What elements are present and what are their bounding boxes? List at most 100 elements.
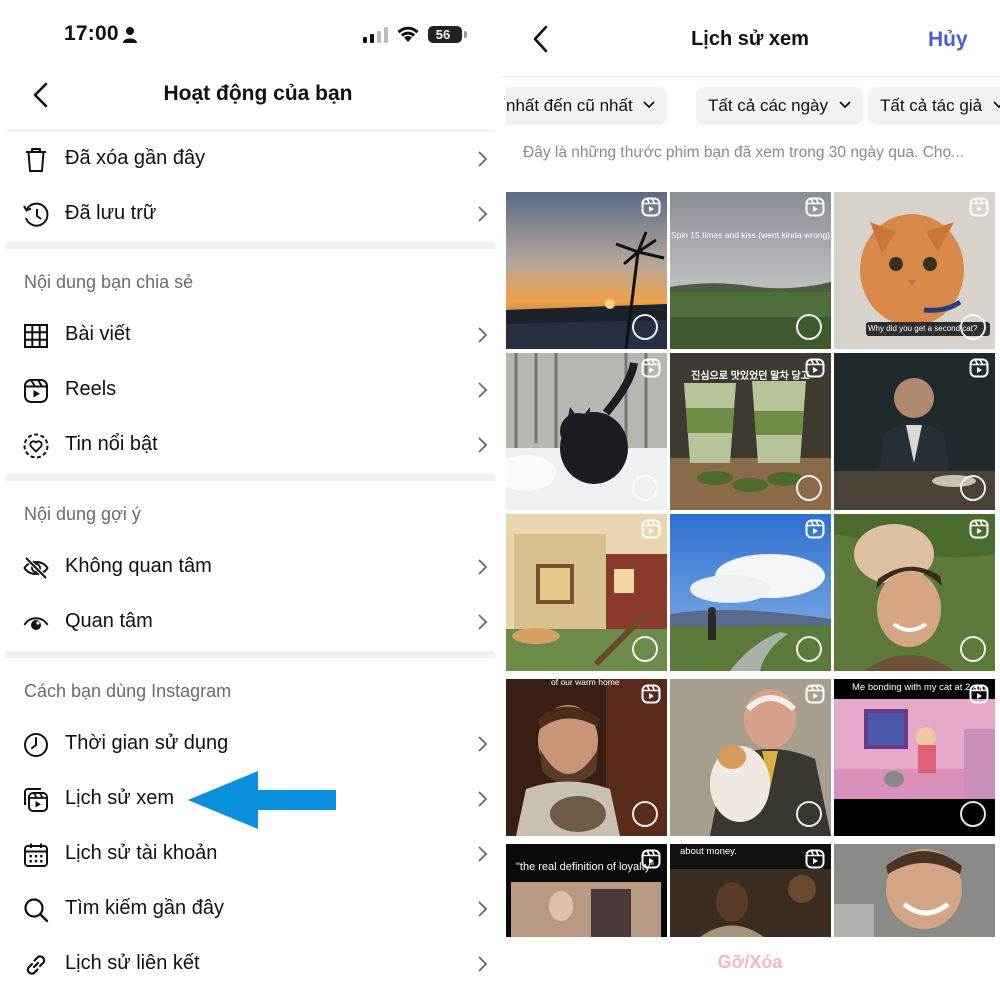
menu-item-label: Quan tâm [65, 610, 153, 632]
page-title: Hoạt động của bạn [163, 82, 353, 105]
reel-tile[interactable]: of our warm home [506, 679, 667, 836]
chevron-down-icon [993, 101, 1000, 109]
reel-tile[interactable] [670, 679, 831, 836]
wifi-icon [397, 26, 419, 42]
menu-item-recently-deleted[interactable]: Đã xóa gần đây [0, 133, 500, 185]
author-filter-label: Tất cả tác giả [880, 96, 983, 115]
select-checkbox[interactable] [632, 636, 658, 662]
chevron-right-icon [478, 559, 488, 575]
reel-tile[interactable] [834, 514, 995, 671]
remove-button[interactable]: Gỡ/Xóa [500, 952, 1000, 973]
menu-item-reels[interactable]: Reels [0, 364, 500, 416]
select-checkbox[interactable] [796, 475, 822, 501]
watch-history-icon [24, 788, 48, 812]
chevron-down-icon [643, 101, 656, 109]
chevron-right-icon [478, 151, 488, 167]
select-checkbox[interactable] [796, 801, 822, 827]
menu-item-label: Bài viết [65, 323, 131, 345]
reel-tile[interactable] [506, 514, 667, 671]
trash-icon [26, 148, 46, 172]
section-divider [5, 242, 495, 249]
menu-item-label: Không quan tâm [65, 555, 212, 577]
chevron-right-icon [478, 327, 488, 343]
menu-item-label: Reels [65, 378, 117, 400]
page-title: Lịch sử xem [691, 28, 809, 50]
section-title-suggested: Nội dung gợi ý [24, 504, 141, 524]
reel-caption: about money. [680, 846, 737, 857]
select-checkbox[interactable] [960, 636, 986, 662]
reels-badge-icon [805, 197, 825, 217]
reel-tile[interactable] [670, 514, 831, 671]
clock-icon [24, 733, 48, 757]
reel-tile[interactable]: about money. [670, 844, 831, 937]
reels-badge-icon [805, 519, 825, 539]
menu-item-not-interested[interactable]: Không quan tâm [0, 541, 500, 593]
select-checkbox[interactable] [632, 314, 658, 340]
battery-level: 56 [435, 27, 451, 42]
select-checkbox[interactable] [796, 314, 822, 340]
calendar-icon [24, 843, 48, 867]
reel-tile[interactable] [506, 353, 667, 510]
author-filter-chip[interactable]: Tất cả tác giả [868, 87, 1000, 125]
eye-icon [23, 617, 49, 630]
chevron-right-icon [478, 846, 488, 862]
chevron-right-icon [478, 382, 488, 398]
menu-item-label: Thời gian sử dụng [65, 732, 229, 754]
activity-header: Hoạt động của bạn [0, 70, 500, 130]
menu-item-posts[interactable]: Bài viết [0, 309, 500, 361]
sort-filter-label: nhất đến cũ nhất [506, 96, 633, 115]
chevron-right-icon [478, 614, 488, 630]
reel-tile[interactable] [834, 844, 995, 937]
reel-tile[interactable]: Me bonding with my cat at 2 am [834, 679, 995, 836]
reel-tile[interactable]: Spin 15 times and kiss (went kinda wrong… [670, 192, 831, 349]
battery-indicator: 56 [428, 26, 467, 43]
reel-tile[interactable]: Why did you get a second cat? [834, 192, 995, 349]
menu-item-account-history[interactable]: Lịch sử tài khoản [0, 828, 500, 880]
pointer-arrow-icon [188, 771, 336, 829]
select-checkbox[interactable] [960, 314, 986, 340]
menu-item-recent-searches[interactable]: Tìm kiếm gần đây [0, 883, 500, 935]
chevron-right-icon [478, 956, 488, 972]
chevron-right-icon [478, 206, 488, 222]
chevron-down-icon [839, 101, 851, 109]
reel-tile[interactable]: "the real definition of loyalty" [506, 844, 667, 937]
reels-badge-icon [805, 849, 825, 869]
menu-item-label: Tìm kiếm gần đây [65, 897, 224, 919]
chevron-right-icon [478, 791, 488, 807]
select-checkbox[interactable] [632, 475, 658, 501]
menu-item-label: Tin nổi bật [65, 433, 158, 455]
reels-badge-icon [969, 519, 989, 539]
reels-badge-icon [805, 684, 825, 704]
menu-item-label: Đã lưu trữ [65, 202, 157, 224]
section-divider [5, 651, 495, 658]
menu-item-archived[interactable]: Đã lưu trữ [0, 188, 500, 240]
reel-tile[interactable]: 진심으로 맛있었던 말차 당고 [670, 353, 831, 510]
watch-history-header: Lịch sử xem Hủy [500, 0, 1000, 76]
history-description: Đây là những thước phim bạn đã xem trong… [523, 144, 965, 161]
menu-item-time-spent[interactable]: Thời gian sử dụng [0, 718, 500, 770]
date-filter-chip[interactable]: Tất cả các ngày [696, 87, 863, 125]
chevron-right-icon [478, 736, 488, 752]
status-bar: 17:00 56 [0, 0, 500, 70]
reel-tile[interactable] [834, 353, 995, 510]
cancel-button[interactable]: Hủy [928, 28, 968, 52]
sort-filter-chip[interactable]: nhất đến cũ nhất [506, 87, 668, 125]
reel-caption: Me bonding with my cat at 2 am [852, 682, 987, 693]
select-checkbox[interactable] [960, 801, 986, 827]
menu-item-highlights[interactable]: Tin nổi bật [0, 419, 500, 471]
reels-badge-icon [641, 684, 661, 704]
menu-item-interested[interactable]: Quan tâm [0, 596, 500, 648]
archive-clock-icon [23, 202, 49, 227]
select-checkbox[interactable] [796, 636, 822, 662]
menu-item-link-history[interactable]: Lịch sử liên kết [0, 938, 500, 990]
chevron-right-icon [478, 901, 488, 917]
reel-caption: of our warm home [551, 679, 620, 687]
laughing-man-thumbnail [834, 844, 995, 937]
select-checkbox[interactable] [960, 475, 986, 501]
section-divider [5, 474, 495, 481]
select-checkbox[interactable] [632, 801, 658, 827]
watch-history-panel: Lịch sử xem Hủy nhất đến cũ nhất Tất cả … [500, 0, 1000, 1000]
reel-tile[interactable] [506, 192, 667, 349]
reels-badge-icon [969, 684, 989, 704]
divider [500, 76, 1000, 77]
